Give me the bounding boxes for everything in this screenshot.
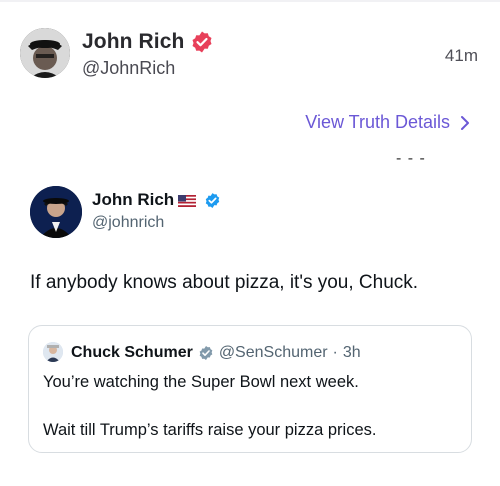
avatar[interactable] (20, 28, 70, 78)
government-badge-icon (198, 345, 214, 361)
embedded-display-name[interactable]: John Rich (92, 190, 174, 210)
view-details-label: View Truth Details (305, 112, 450, 132)
post-header: John Rich @JohnRich 41m (20, 28, 480, 84)
embedded-handle[interactable]: @johnrich (92, 214, 164, 232)
post-time: 41m (444, 46, 478, 65)
embedded-name-row: John Rich (92, 190, 221, 210)
embedded-avatar[interactable] (30, 186, 82, 238)
quoted-dot-separator: · (332, 344, 338, 361)
quoted-time: 3h (342, 344, 361, 361)
quoted-display-name[interactable]: Chuck Schumer (71, 344, 193, 362)
author-name-row: John Rich (82, 30, 214, 54)
quoted-text-line-1: You’re watching the Super Bowl next week… (43, 373, 359, 391)
quoted-text-line-2: Wait till Trump’s tariffs raise your piz… (43, 421, 377, 439)
verified-badge-icon (204, 192, 221, 209)
author-display-name[interactable]: John Rich (82, 30, 184, 54)
quoted-tweet-card[interactable]: Chuck Schumer @SenSchumer · 3h You’re wa… (28, 325, 472, 453)
embedded-tweet-text: If anybody knows about pizza, it's you, … (30, 272, 419, 293)
chevron-right-icon (460, 115, 470, 131)
view-details-link[interactable]: View Truth Details (305, 112, 470, 133)
verified-badge-icon (190, 30, 214, 54)
quoted-header: Chuck Schumer @SenSchumer · 3h (71, 344, 361, 362)
separator-dashes: - - - (396, 150, 426, 167)
top-divider (0, 0, 500, 2)
quoted-avatar[interactable] (43, 342, 63, 362)
us-flag-icon (178, 194, 197, 207)
quoted-handle[interactable]: @SenSchumer (219, 344, 328, 362)
author-handle[interactable]: @JohnRich (82, 58, 175, 79)
